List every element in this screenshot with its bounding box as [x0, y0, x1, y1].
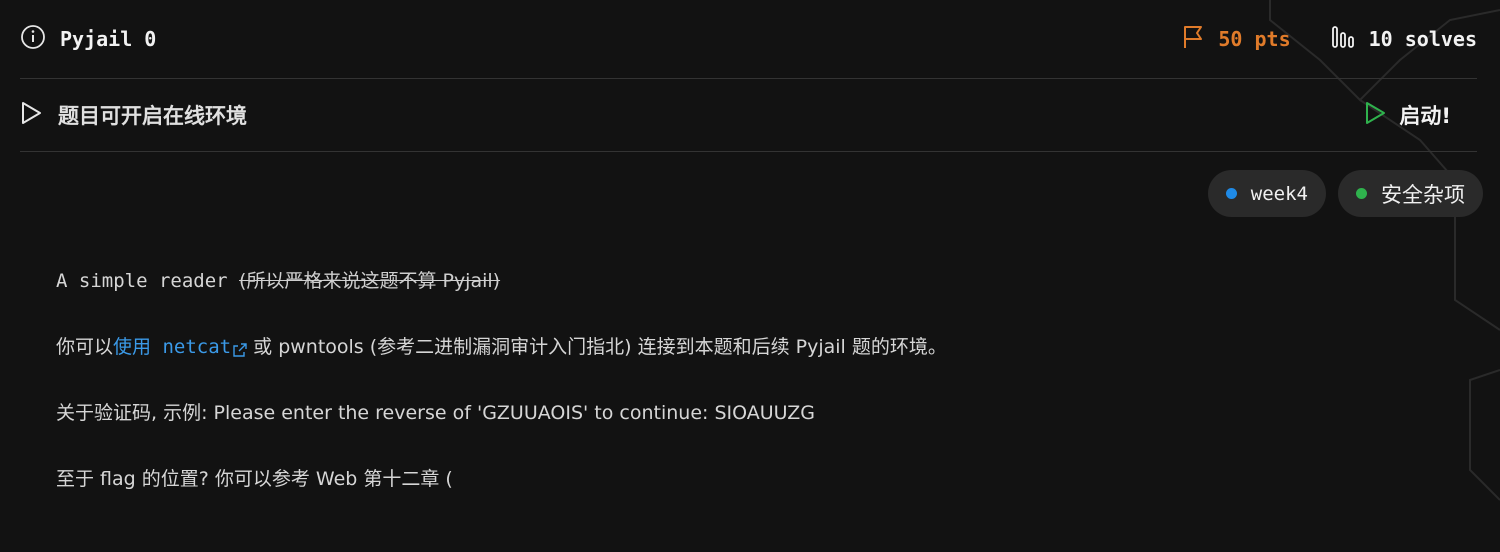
solves-bars-icon [1331, 25, 1357, 54]
external-link-icon [233, 332, 247, 370]
play-outline-icon [20, 101, 42, 129]
description-text: 或 pwntools (参考二进制漏洞审计入门指北) 连接到本题和后续 Pyja… [247, 336, 947, 358]
points-display: 50 pts [1182, 25, 1291, 54]
points-value: 50 pts [1218, 27, 1291, 51]
start-label: 启动! [1399, 104, 1451, 128]
start-environment-button[interactable]: 启动! [1363, 100, 1451, 130]
play-icon [1363, 101, 1387, 129]
environment-row: 题目可开启在线环境 启动! [20, 79, 1477, 152]
tag-week4[interactable]: week4 [1207, 170, 1326, 217]
challenge-title: Pyjail 0 [60, 27, 157, 51]
solves-display[interactable]: 10 solves [1331, 25, 1477, 54]
description-line-4: 至于 flag 的位置? 你可以参考 Web 第十二章 ( [56, 460, 1456, 526]
tag-label: week4 [1250, 182, 1308, 205]
tag-dot [1356, 188, 1367, 199]
description-line-3: 关于验证码, 示例: Please enter the reverse of '… [56, 394, 1456, 460]
tag-misc-security[interactable]: 安全杂项 [1338, 170, 1483, 217]
tag-label: 安全杂项 [1381, 182, 1465, 207]
strikethrough-text: (所以严格来说这题不算 Pyjail) [239, 270, 501, 292]
solves-value: 10 solves [1368, 27, 1477, 51]
tag-dot [1225, 188, 1237, 199]
info-icon[interactable] [20, 24, 46, 54]
link-text-cn: 使用 [113, 336, 152, 358]
description-text: 关于验证码, 示例: Please enter the reverse of '… [56, 402, 815, 424]
description-text: A simple reader [56, 270, 240, 292]
tag-list: week4 安全杂项 [20, 170, 1483, 217]
description-text: 至于 flag 的位置? 你可以参考 Web 第十二章 ( [56, 468, 453, 490]
challenge-description: A simple reader (所以严格来说这题不算 Pyjail) 你可以使… [56, 262, 1456, 526]
netcat-link[interactable]: 使用 netcat [113, 336, 247, 358]
link-text: netcat [151, 336, 232, 358]
description-line-2: 你可以使用 netcat 或 pwntools (参考二进制漏洞审计入门指北) … [56, 328, 1456, 394]
flag-icon [1182, 25, 1204, 54]
description-line-1: A simple reader (所以严格来说这题不算 Pyjail) [56, 262, 1456, 328]
description-text: 你可以 [56, 336, 114, 358]
challenge-header: Pyjail 0 50 pts 10 solves [20, 0, 1477, 79]
environment-label: 题目可开启在线环境 [58, 104, 247, 128]
